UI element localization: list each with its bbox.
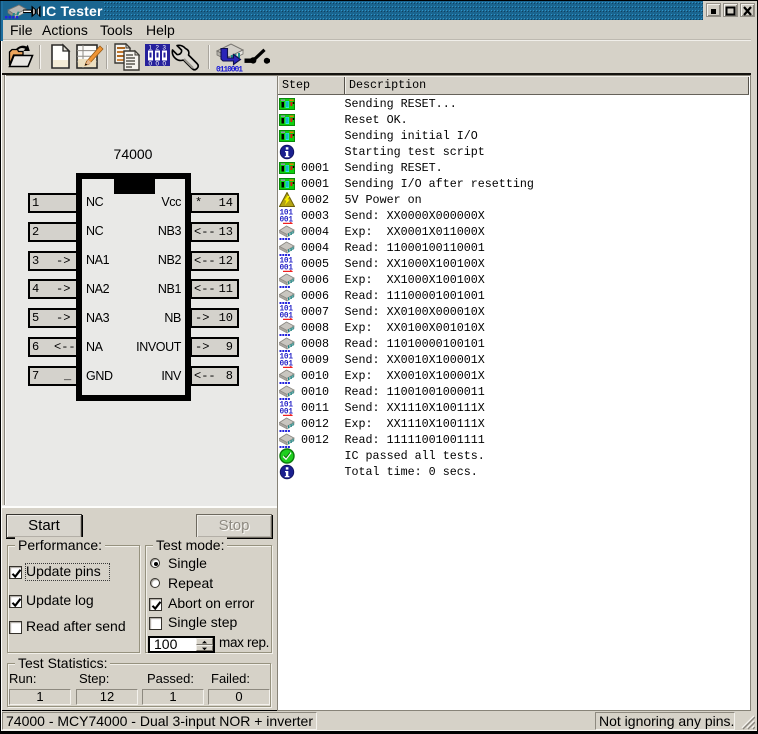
svg-text:3: 3: [163, 45, 167, 52]
svg-text:0: 0: [149, 61, 153, 66]
svg-text:0: 0: [156, 61, 160, 66]
svg-text:0: 0: [163, 61, 167, 66]
svg-text:1: 1: [149, 45, 153, 52]
svg-text:0110001: 0110001: [216, 66, 243, 73]
svg-text:2: 2: [156, 45, 160, 52]
